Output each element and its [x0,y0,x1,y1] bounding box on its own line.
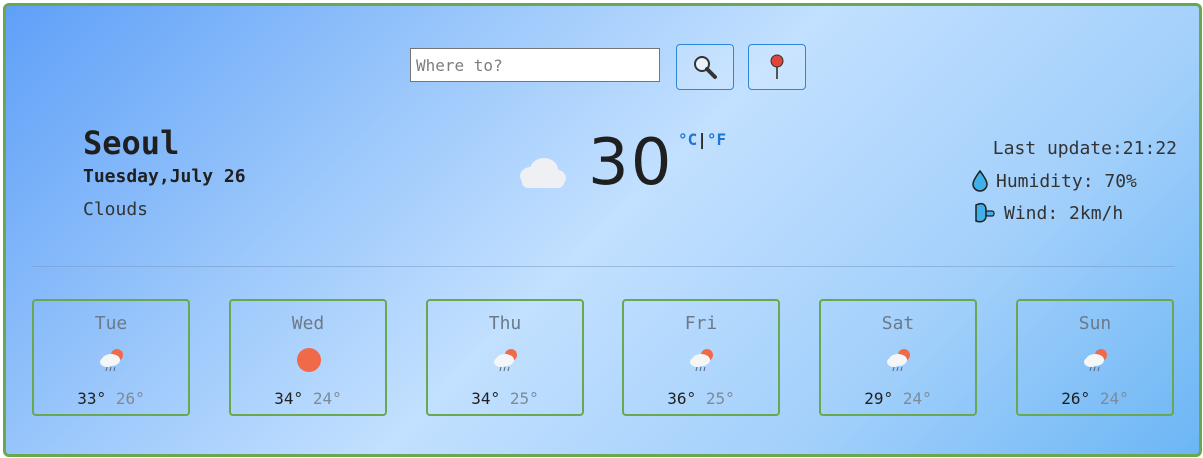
wind-text: Wind: 2km/h [1004,202,1124,224]
forecast-day: Thu [488,313,522,334]
forecast-card-sat: Sat 29° 24° [819,299,977,416]
forecast-day: Sat [881,313,915,334]
celsius-link[interactable]: °C [678,130,697,149]
forecast-min: 24° [312,389,342,408]
current-temperature: 30 [588,126,674,200]
cloud-sun-rain-icon [885,347,913,377]
wind-face-icon [975,202,995,223]
forecast-card-thu: Thu 34° 25° [426,299,584,416]
forecast-temps: 33° 26° [34,389,188,408]
city-name: Seoul [83,124,180,162]
forecast-min: 25° [509,389,539,408]
forecast-min: 24° [1099,389,1129,408]
pushpin-icon [770,54,784,79]
current-location-button[interactable] [748,44,806,90]
current-date: Tuesday,July 26 [83,166,246,187]
unit-toggle: °C|°F [678,130,726,149]
forecast-temps: 29° 24° [821,389,975,408]
forecast-temps: 34° 25° [428,389,582,408]
search-icon [694,56,717,79]
forecast-day: Sun [1078,313,1112,334]
cloud-sun-rain-icon [1082,347,1110,377]
forecast-card-fri: Fri 36° 25° [622,299,780,416]
forecast-max: 26° [1061,389,1091,408]
forecast-card-sun: Sun 26° 24° [1016,299,1174,416]
forecast-temps: 34° 24° [231,389,385,408]
humidity-row: Humidity: 70% [972,170,1137,192]
search-input[interactable] [410,48,660,82]
forecast-day: Fri [684,313,718,334]
droplet-icon [972,170,988,192]
cloud-icon [516,154,568,194]
forecast-day: Tue [94,313,128,334]
forecast-max: 29° [864,389,894,408]
forecast-min: 25° [705,389,735,408]
last-update: Last update:21:22 [992,138,1177,159]
humidity-text: Humidity: 70% [996,170,1137,192]
divider [32,266,1175,267]
wind-row: Wind: 2km/h [972,202,1123,224]
forecast-max: 33° [77,389,107,408]
weather-description: Clouds [83,199,149,220]
forecast-max: 36° [667,389,697,408]
forecast-card-tue: Tue 33° 26° [32,299,190,416]
forecast-temps: 36° 25° [624,389,778,408]
cloud-sun-rain-icon [98,347,126,377]
forecast-min: 24° [902,389,932,408]
cloud-sun-rain-icon [688,347,716,377]
forecast-day: Wed [291,313,325,334]
search-button[interactable] [676,44,734,90]
forecast-min: 26° [115,389,145,408]
unit-separator: | [697,130,707,149]
cloud-sun-rain-icon [492,347,520,377]
forecast-temps: 26° 24° [1018,389,1172,408]
forecast-max: 34° [471,389,501,408]
fahrenheit-link[interactable]: °F [707,130,726,149]
weather-app: Seoul Tuesday,July 26 Clouds 30 °C|°F La… [3,3,1202,457]
forecast-row: Tue 33° 26° Wed 34° 24° Thu 34° 25° Fri [32,299,1175,417]
forecast-card-wed: Wed 34° 24° [229,299,387,416]
sun-icon [295,347,323,377]
forecast-max: 34° [274,389,304,408]
